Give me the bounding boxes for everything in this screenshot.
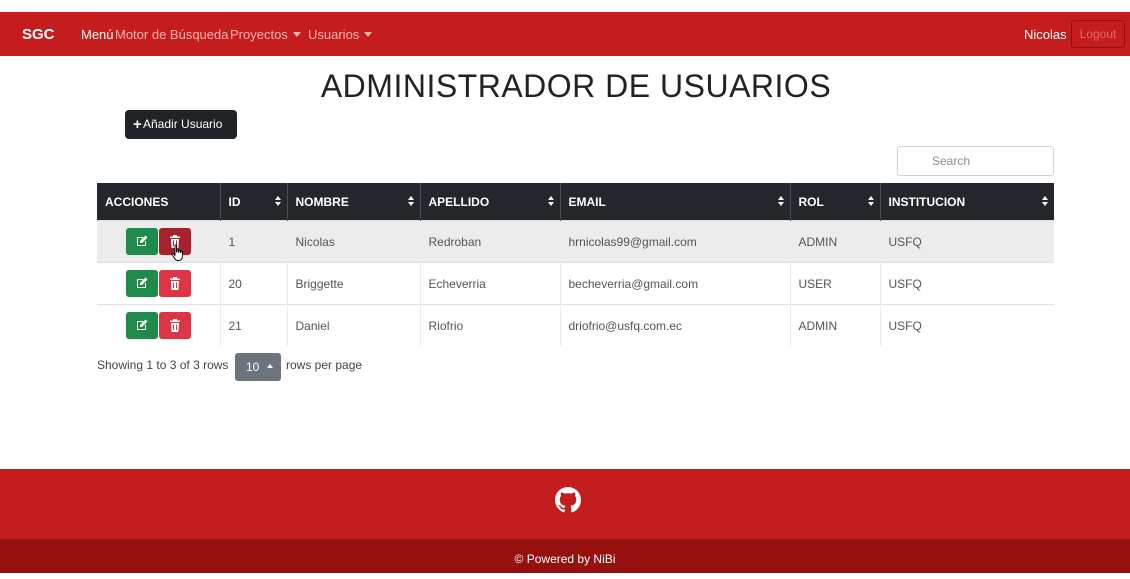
cell-rol: USER	[790, 262, 881, 305]
cell-email: becheverria@gmail.com	[560, 262, 791, 305]
cell-id: 20	[220, 262, 288, 305]
chevron-down-icon	[364, 32, 373, 37]
cell-nombre: Nicolas	[287, 220, 421, 263]
github-icon[interactable]	[555, 487, 581, 513]
cell-rol: ADMIN	[790, 220, 881, 263]
col-header-label: APELLIDO	[428, 194, 490, 209]
col-header-nombre[interactable]: NOMBRE	[287, 183, 421, 221]
hand-cursor-icon	[171, 244, 183, 261]
cell-email: driofrio@usfq.com.ec	[560, 304, 791, 346]
caret-up-icon	[267, 364, 273, 368]
delete-button[interactable]	[158, 312, 191, 339]
edit-button[interactable]	[125, 228, 158, 255]
col-header-label: ROL	[798, 194, 824, 209]
add-user-label: Añadir Usuario	[143, 117, 223, 131]
trash-icon	[169, 277, 180, 290]
table-row: 20 Briggette Echeverria becheverria@gmai…	[97, 262, 1054, 305]
page-size-value: 10	[246, 360, 260, 374]
add-user-button[interactable]: + Añadir Usuario	[125, 110, 237, 139]
edit-icon	[136, 235, 148, 246]
pagination-info: Showing 1 to 3 of 3 rows	[97, 358, 229, 372]
plus-icon: +	[133, 116, 142, 133]
col-header-institucion[interactable]: INSTITUCION	[880, 183, 1054, 221]
col-header-rol[interactable]: ROL	[790, 183, 881, 221]
navbar: SGC Menú Motor de Búsqueda Proyectos Usu…	[0, 12, 1130, 56]
cell-apellido: Redroban	[420, 220, 561, 263]
col-header-id[interactable]: ID	[220, 183, 288, 221]
page-size-dropdown[interactable]: 10	[235, 353, 281, 381]
search-input[interactable]	[897, 146, 1054, 176]
sort-icon	[547, 196, 554, 208]
trash-icon	[169, 319, 180, 332]
cell-apellido: Riofrio	[420, 304, 561, 346]
col-header-apellido[interactable]: APELLIDO	[420, 183, 561, 221]
col-header-label: EMAIL	[568, 194, 606, 209]
col-header-email[interactable]: EMAIL	[560, 183, 791, 221]
users-table: ACCIONES ID NOMBRE APELLIDO EMAIL ROL IN…	[97, 183, 1054, 346]
delete-button[interactable]	[158, 270, 191, 297]
chevron-down-icon	[292, 32, 301, 37]
edit-icon	[136, 319, 148, 330]
actions-cell	[97, 220, 221, 263]
sort-icon	[1042, 196, 1048, 208]
page-title: ADMINISTRADOR DE USUARIOS	[320, 68, 832, 104]
table-row: 1 Nicolas Redroban hrnicolas99@gmail.com…	[97, 220, 1054, 263]
nav-user-name: Nicolas	[1024, 27, 1067, 42]
cell-id: 21	[220, 304, 288, 346]
actions-cell	[97, 304, 221, 346]
cell-nombre: Daniel	[287, 304, 421, 346]
edit-icon	[136, 277, 148, 288]
cell-id: 1	[220, 220, 288, 263]
nav-item-usuarios-label: Usuarios	[308, 27, 360, 42]
sort-icon	[867, 196, 874, 208]
actions-cell	[97, 262, 221, 305]
cell-institucion: USFQ	[880, 304, 1054, 346]
table-header-row: ACCIONES ID NOMBRE APELLIDO EMAIL ROL IN…	[97, 183, 1054, 221]
table-row: 21 Daniel Riofrio driofrio@usfq.com.ec A…	[97, 304, 1054, 346]
sort-icon	[777, 196, 784, 208]
cell-institucion: USFQ	[880, 220, 1054, 263]
cell-nombre: Briggette	[287, 262, 421, 305]
col-header-label: ID	[228, 194, 241, 209]
nav-item-proyectos-label: Proyectos	[230, 27, 288, 42]
edit-button[interactable]	[125, 270, 158, 297]
nav-item-motor-busqueda[interactable]: Motor de Búsqueda	[115, 27, 228, 42]
brand-logo[interactable]: SGC	[22, 26, 55, 43]
cell-rol: ADMIN	[790, 304, 881, 346]
col-header-label: NOMBRE	[295, 194, 349, 209]
nav-item-menu[interactable]: Menú	[81, 27, 114, 42]
cell-apellido: Echeverria	[420, 262, 561, 305]
col-header-label: INSTITUCION	[888, 194, 966, 209]
sort-icon	[407, 196, 414, 208]
sort-icon	[274, 196, 281, 208]
col-header-acciones: ACCIONES	[97, 183, 221, 221]
rows-per-page-label: rows per page	[286, 358, 363, 372]
nav-item-usuarios[interactable]: Usuarios	[308, 27, 373, 42]
nav-item-proyectos[interactable]: Proyectos	[230, 27, 301, 42]
footer-credits: © Powered by NiBi	[0, 539, 1130, 573]
cell-institucion: USFQ	[880, 262, 1054, 305]
cell-email: hrnicolas99@gmail.com	[560, 220, 791, 263]
edit-button[interactable]	[125, 312, 158, 339]
logout-button[interactable]: Logout	[1071, 20, 1125, 48]
